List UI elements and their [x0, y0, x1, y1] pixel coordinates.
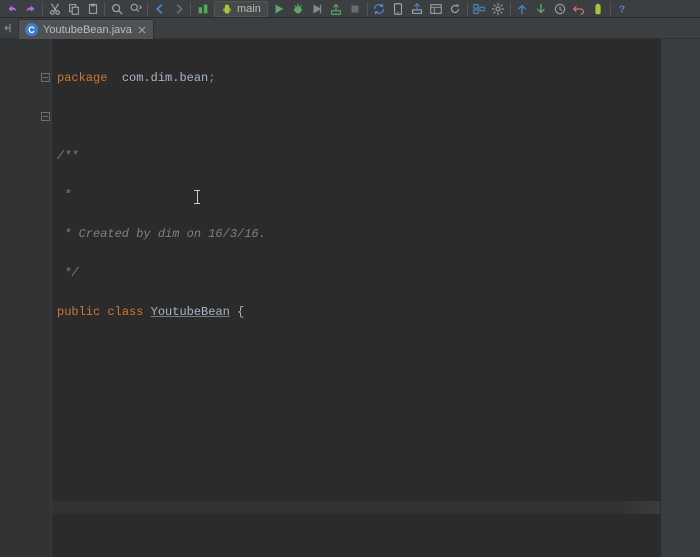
help-icon[interactable]: ?: [613, 1, 632, 17]
code-editor[interactable]: package com.dim.bean; /** * * Created by…: [52, 39, 660, 557]
redo-icon[interactable]: [21, 1, 40, 17]
toolbar-separator: [147, 2, 148, 16]
run-config-dropdown[interactable]: main: [214, 1, 268, 17]
undo-icon[interactable]: [2, 1, 21, 17]
current-line: [52, 501, 660, 514]
find-icon[interactable]: [107, 1, 126, 17]
forward-icon[interactable]: [169, 1, 188, 17]
code-line: package com.dim.bean;: [52, 72, 660, 85]
code-line: [52, 540, 660, 553]
editor-area: package com.dim.bean; /** * * Created by…: [0, 39, 700, 557]
sync-gradle-icon[interactable]: [370, 1, 389, 17]
vcs-commit-icon[interactable]: [532, 1, 551, 17]
copy-icon[interactable]: [64, 1, 83, 17]
editor-error-stripe[interactable]: [660, 39, 700, 557]
editor-tabbar: C YoutubeBean.java: [0, 18, 700, 39]
project-structure-icon[interactable]: [470, 1, 489, 17]
code-line: [52, 462, 660, 475]
layout-inspector-icon[interactable]: [427, 1, 446, 17]
settings-icon[interactable]: [489, 1, 508, 17]
rerun-icon[interactable]: [446, 1, 465, 17]
code-line: [52, 384, 660, 397]
toolbar-separator: [510, 2, 511, 16]
fold-toggle-icon[interactable]: [40, 72, 50, 82]
code-line: [52, 423, 660, 436]
code-line: /**: [52, 150, 660, 163]
debug-icon[interactable]: [289, 1, 308, 17]
main-toolbar: main: [0, 0, 700, 18]
toolbar-separator: [367, 2, 368, 16]
editor-gutter[interactable]: [0, 39, 52, 557]
stop-icon[interactable]: [346, 1, 365, 17]
java-class-icon: C: [25, 23, 38, 36]
vcs-update-icon[interactable]: [513, 1, 532, 17]
close-tab-icon[interactable]: [137, 25, 147, 35]
android-icon: [221, 3, 233, 15]
code-line: *: [52, 189, 660, 202]
toolbar-separator: [610, 2, 611, 16]
vcs-revert-icon[interactable]: [570, 1, 589, 17]
paste-icon[interactable]: [83, 1, 102, 17]
toolbar-separator: [42, 2, 43, 16]
toolbar-separator: [104, 2, 105, 16]
profile-icon[interactable]: [308, 1, 327, 17]
replace-icon[interactable]: [126, 1, 145, 17]
toolbar-separator: [467, 2, 468, 16]
code-line: */: [52, 267, 660, 280]
fold-toggle-icon[interactable]: [40, 111, 50, 121]
tab-label: YoutubeBean.java: [43, 24, 132, 36]
code-line: * Created by dim on 16/3/16.: [52, 228, 660, 241]
tabbar-collapse-icon[interactable]: [0, 18, 18, 38]
build-icon[interactable]: [193, 1, 212, 17]
sdk-manager-icon[interactable]: [408, 1, 427, 17]
code-line: public class YoutubeBean {: [52, 306, 660, 319]
toolbar-separator: [190, 2, 191, 16]
avd-manager-icon[interactable]: [389, 1, 408, 17]
cut-icon[interactable]: [45, 1, 64, 17]
svg-text:?: ?: [619, 3, 625, 15]
attach-debugger-icon[interactable]: [327, 1, 346, 17]
android-device-icon[interactable]: [589, 1, 608, 17]
run-config-label: main: [237, 3, 261, 15]
editor-tab[interactable]: C YoutubeBean.java: [18, 19, 154, 39]
run-icon[interactable]: [270, 1, 289, 17]
back-icon[interactable]: [150, 1, 169, 17]
code-line: [52, 345, 660, 358]
vcs-history-icon[interactable]: [551, 1, 570, 17]
code-line: [52, 111, 660, 124]
